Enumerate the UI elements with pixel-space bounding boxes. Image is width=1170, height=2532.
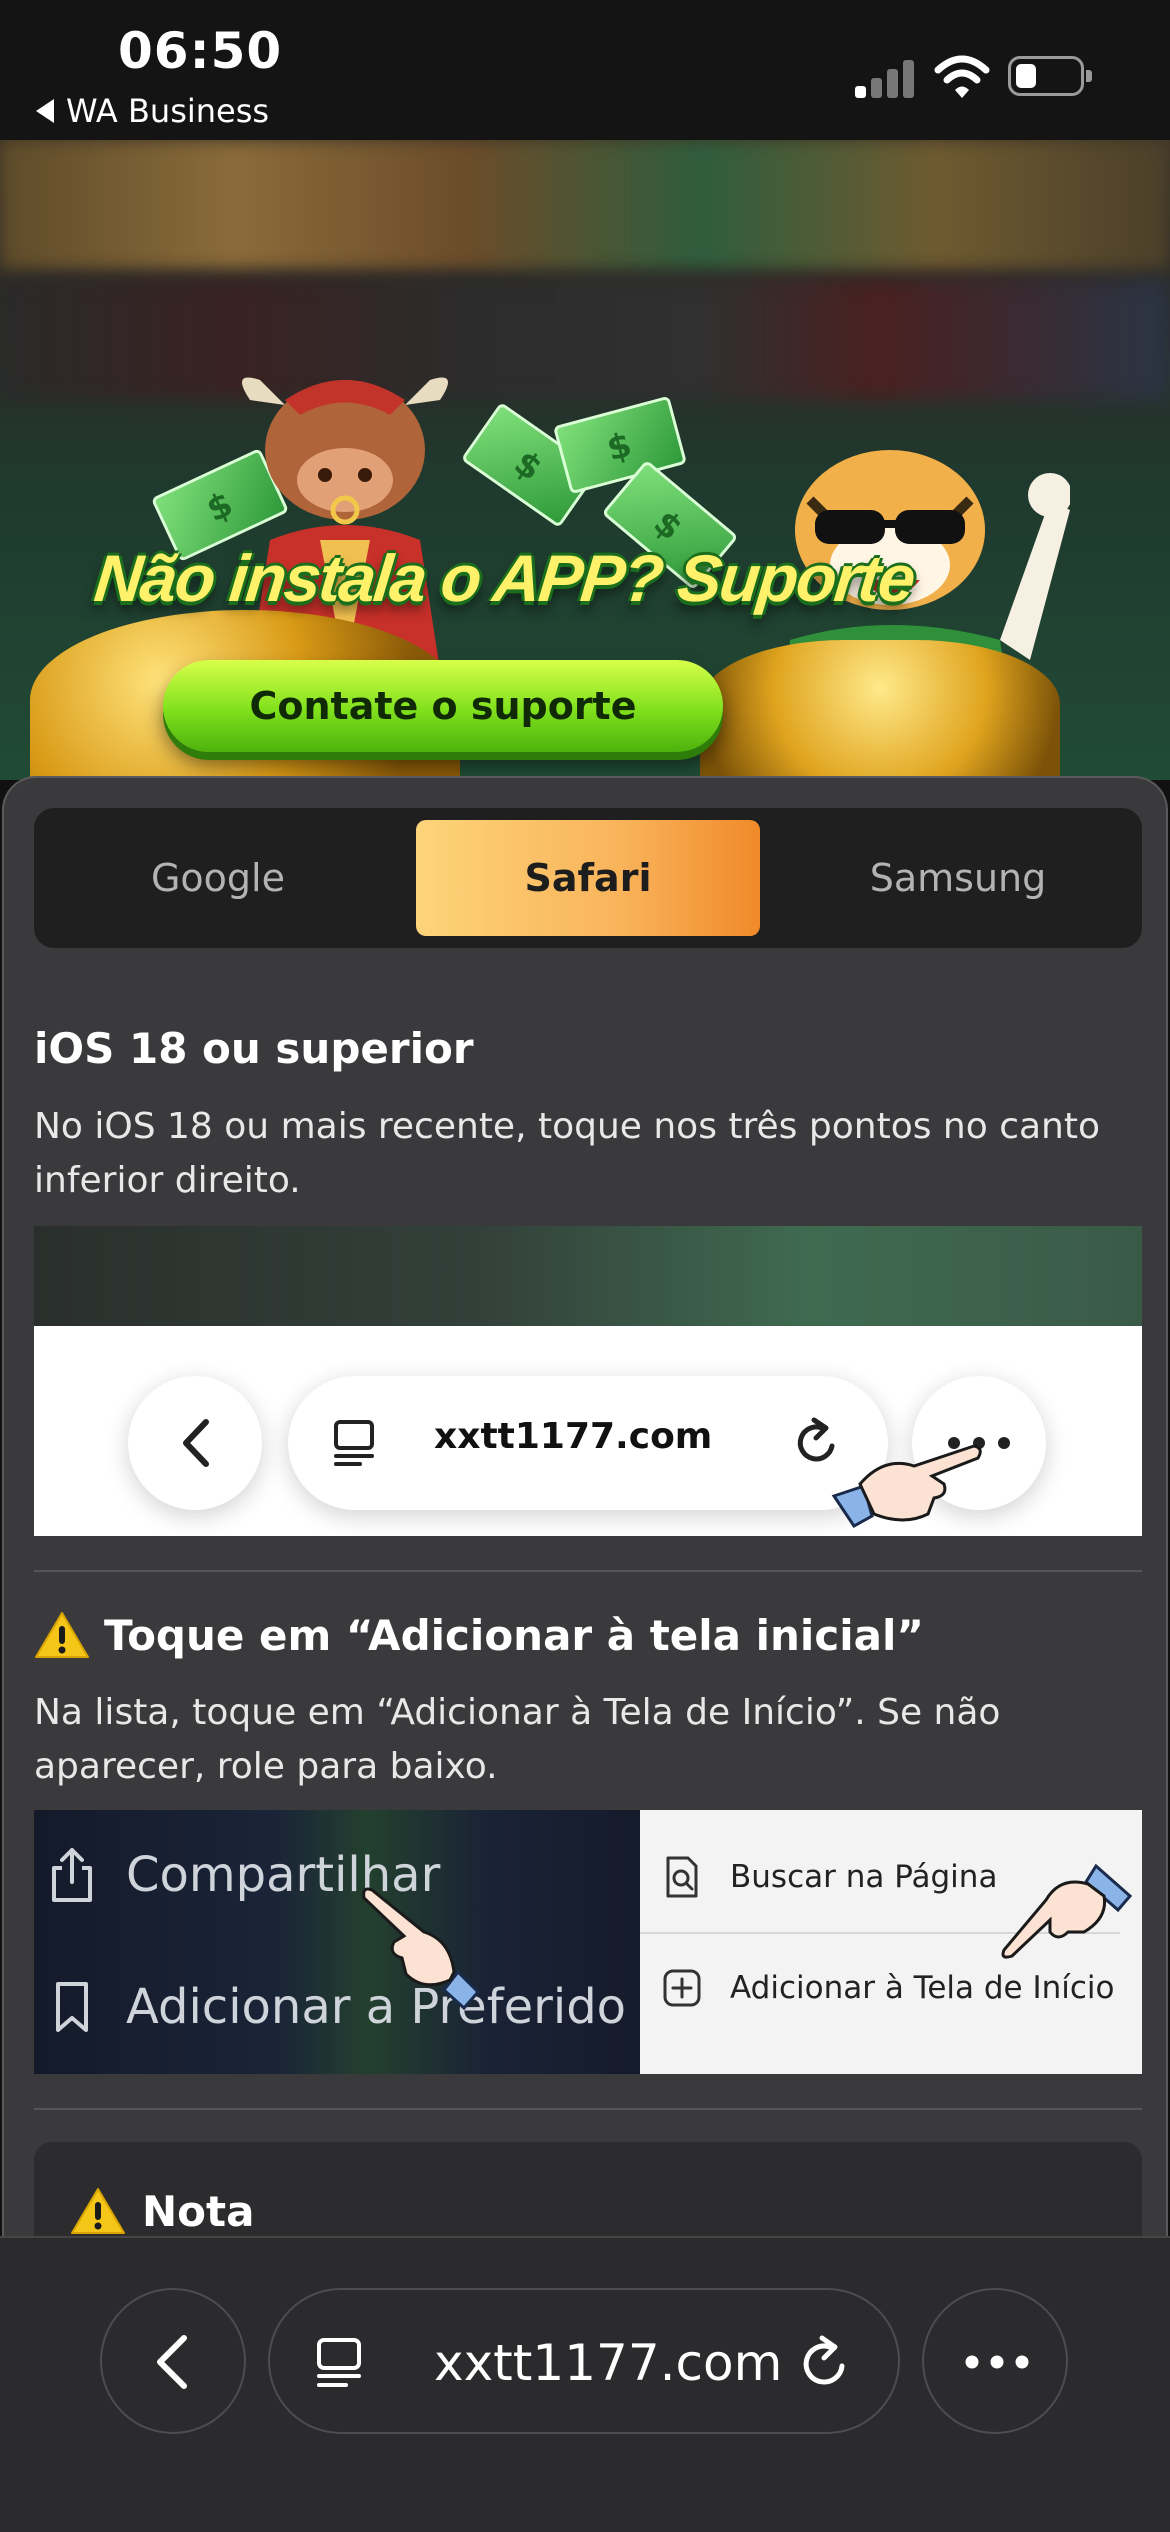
pointing-hand-icon — [362, 1887, 481, 2010]
browser-tabs: Google Safari Samsung — [34, 808, 1142, 948]
status-bar: 06:50 WA Business — [0, 0, 1170, 140]
tab-samsung[interactable]: Samsung — [786, 820, 1130, 936]
browser-back-button[interactable] — [100, 2288, 246, 2434]
status-time: 06:50 — [118, 22, 283, 80]
step1-text: No iOS 18 ou mais recente, toque nos trê… — [34, 1106, 1101, 1201]
address-bar-url: xxtt1177.com — [434, 2334, 783, 2392]
wifi-icon — [934, 55, 990, 98]
promo-banner[interactable]: Não instala o APP? Suporte Contate o sup… — [0, 140, 1170, 780]
illustration-find-label: Buscar na Página — [730, 1859, 998, 1895]
step2-illustration: Compartilhar Adicionar a Preferido Busca… — [34, 1810, 1142, 2074]
bookmark-icon — [56, 1982, 88, 2032]
more-dots-icon — [965, 2355, 1029, 2369]
section-divider — [34, 1570, 1142, 1572]
find-on-page-icon — [666, 1856, 698, 1898]
safari-toolbar: xxtt1177.com — [0, 2236, 1170, 2532]
warning-icon — [71, 2188, 125, 2234]
note-card: Nota — [34, 2142, 1142, 2236]
pointing-hand-icon — [831, 1444, 982, 1528]
note-title: Nota — [142, 2186, 255, 2236]
address-bar[interactable]: xxtt1177.com — [268, 2288, 900, 2434]
screen: 06:50 WA Business $ $ $ $ Não instala o … — [0, 0, 1170, 2532]
banner-title: Não instala o APP? Suporte — [91, 541, 918, 615]
back-to-app-link[interactable]: WA Business — [36, 92, 269, 130]
signal-icon — [855, 56, 915, 98]
tab-safari[interactable]: Safari — [416, 820, 760, 936]
more-options-button[interactable] — [922, 2288, 1068, 2434]
back-app-label: WA Business — [66, 92, 270, 130]
step1-title: iOS 18 ou superior — [34, 1024, 474, 1073]
share-icon — [52, 1848, 92, 1902]
chevron-left-icon — [157, 2335, 187, 2389]
add-square-icon — [663, 1969, 701, 2007]
install-guide-sheet: Google Safari Samsung iOS 18 ou superior… — [2, 776, 1168, 2236]
section-divider — [34, 2108, 1142, 2110]
back-triangle-icon — [36, 99, 54, 123]
warning-icon — [35, 1612, 89, 1658]
contact-support-button[interactable]: Contate o suporte — [163, 660, 723, 752]
coins-pile-image — [700, 640, 1060, 780]
note-heading: Nota — [70, 2186, 254, 2236]
step1-illustration: xxtt1177.com — [34, 1226, 1142, 1536]
pointing-hand-icon — [1001, 1863, 1133, 1959]
reload-icon[interactable] — [798, 2334, 854, 2392]
step2-title: Toque em “Adicionar à tela inicial” — [104, 1610, 924, 1660]
illustration-url-text: xxtt1177.com — [434, 1416, 713, 1457]
illustration-add-home-label: Adicionar à Tela de Início — [730, 1970, 1115, 2006]
battery-icon — [1008, 56, 1092, 96]
tabs-icon — [317, 2338, 361, 2387]
step2-text: Na lista, toque em “Adicionar à Tela de … — [34, 1692, 1001, 1787]
illustration-find-row: Buscar na Página — [662, 1854, 997, 1900]
chevron-left-icon — [183, 1419, 209, 1467]
tabs-icon — [334, 1420, 374, 1466]
illustration-back-button — [128, 1376, 262, 1510]
step2-heading: Toque em “Adicionar à tela inicial” — [34, 1610, 924, 1660]
illustration-favorite-row: Adicionar a Preferido — [46, 1978, 626, 2036]
tab-google[interactable]: Google — [46, 820, 390, 936]
illustration-add-home-row: Adicionar à Tela de Início — [662, 1968, 1115, 2008]
